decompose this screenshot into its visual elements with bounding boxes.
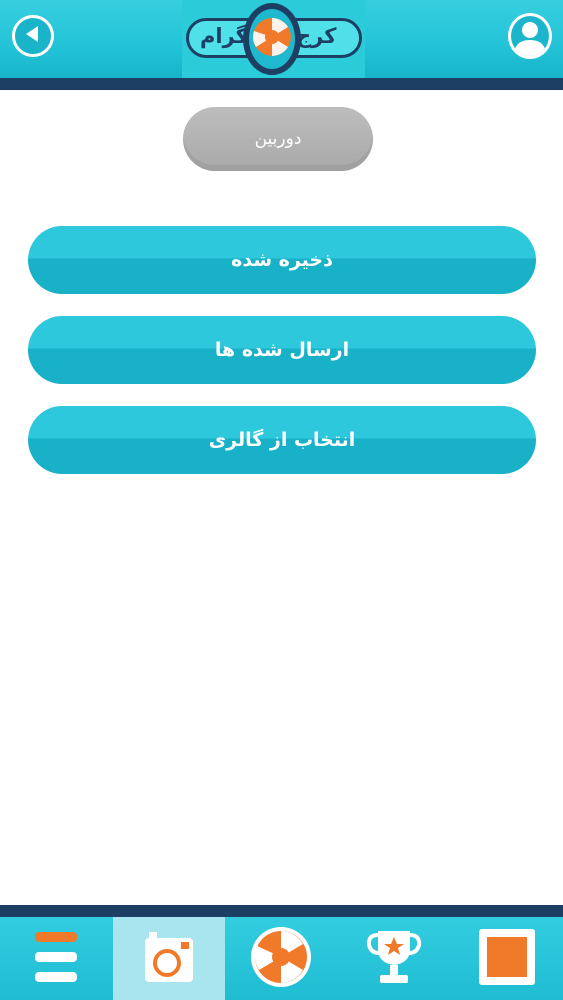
aperture-icon bbox=[252, 17, 292, 61]
menu-icon bbox=[33, 930, 79, 988]
nav-menu[interactable] bbox=[0, 917, 113, 1000]
bottom-nav-divider bbox=[0, 905, 563, 917]
choose-from-gallery-button[interactable]: انتخاب از گالری bbox=[28, 406, 536, 474]
trophy-icon bbox=[366, 927, 422, 991]
saved-button[interactable]: ذخیره شده bbox=[28, 226, 536, 294]
nav-trophy[interactable] bbox=[338, 917, 451, 1000]
bottom-nav bbox=[0, 917, 563, 1000]
back-button[interactable] bbox=[12, 15, 54, 57]
profile-button[interactable] bbox=[508, 13, 552, 59]
camera-icon bbox=[141, 928, 197, 990]
nav-stamp[interactable] bbox=[450, 917, 563, 1000]
nav-gallery[interactable] bbox=[225, 917, 338, 1000]
logo bbox=[243, 3, 301, 75]
header-divider bbox=[0, 78, 563, 90]
stamp-icon bbox=[477, 927, 537, 991]
logo-word-karaj: کرج bbox=[296, 24, 337, 48]
aperture-icon bbox=[249, 924, 313, 994]
logo-word-gram: گرام bbox=[200, 24, 248, 48]
camera-button[interactable]: دوربین bbox=[183, 107, 373, 171]
sent-button[interactable]: ارسال شده ها bbox=[28, 316, 536, 384]
nav-camera[interactable] bbox=[112, 917, 226, 1000]
back-arrow-icon bbox=[22, 23, 44, 49]
